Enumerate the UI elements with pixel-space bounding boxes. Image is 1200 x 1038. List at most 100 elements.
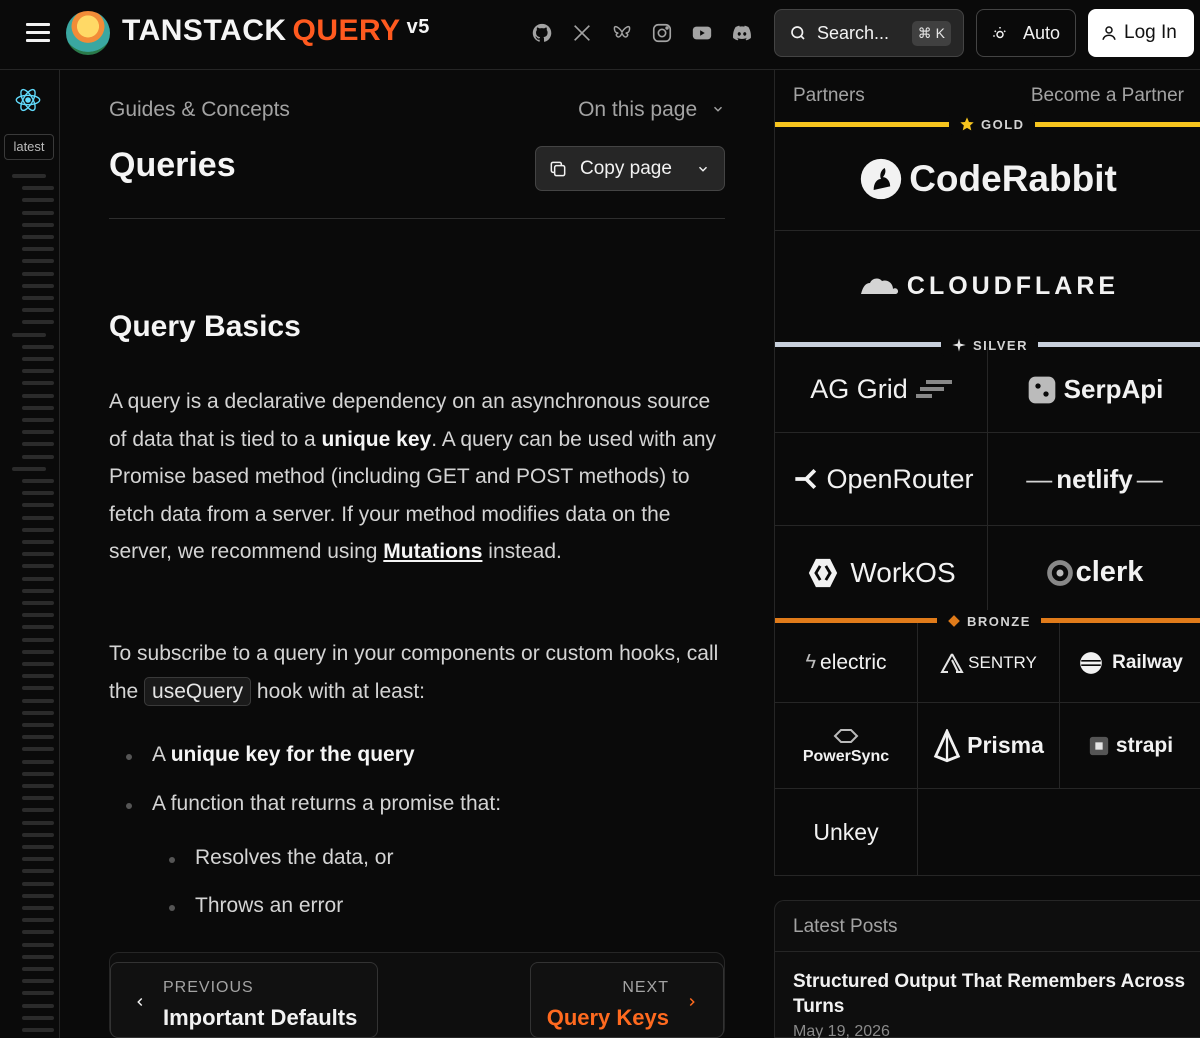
partner-ag-grid[interactable]: AG Grid <box>775 347 988 433</box>
rail-minimap-line[interactable] <box>22 735 54 740</box>
chevron-down-icon[interactable] <box>696 162 710 176</box>
partner-railway[interactable]: Railway <box>1060 623 1200 703</box>
rail-minimap-line[interactable] <box>22 357 54 361</box>
react-icon[interactable] <box>14 86 42 114</box>
github-icon[interactable] <box>531 22 555 46</box>
rail-minimap-line[interactable] <box>22 771 54 776</box>
partner-clerk[interactable]: clerk <box>988 526 1200 619</box>
rail-minimap-line[interactable] <box>22 186 54 191</box>
tanstack-logo[interactable] <box>66 11 110 55</box>
rail-minimap-line[interactable] <box>22 588 54 593</box>
rail-minimap-line[interactable] <box>22 369 54 374</box>
rail-minimap-line[interactable] <box>22 1003 54 1008</box>
rail-minimap-line[interactable] <box>22 576 54 581</box>
rail-minimap-line[interactable] <box>22 796 54 801</box>
rail-minimap-line[interactable] <box>22 271 54 276</box>
rail-minimap-line[interactable] <box>22 381 54 386</box>
copy-page-button[interactable]: Copy page <box>535 146 725 191</box>
rail-minimap-line[interactable] <box>22 930 54 935</box>
partner-workos[interactable]: WorkOS <box>775 526 988 619</box>
rail-minimap-line[interactable] <box>22 405 54 410</box>
partner-powersync[interactable]: PowerSync <box>775 703 918 789</box>
partner-prisma[interactable]: Prisma <box>918 703 1060 789</box>
rail-minimap-line[interactable] <box>22 527 54 532</box>
rail-minimap-line[interactable] <box>22 637 54 642</box>
instagram-icon[interactable] <box>651 22 675 46</box>
rail-minimap-line[interactable] <box>22 759 54 764</box>
rail-minimap-line[interactable] <box>22 845 54 849</box>
mutations-link[interactable]: Mutations <box>383 540 482 563</box>
partner-electric[interactable]: ϟ electric <box>775 623 918 703</box>
rail-minimap-line[interactable] <box>22 942 54 947</box>
rail-minimap-line[interactable] <box>22 967 54 971</box>
theme-toggle-button[interactable]: Auto <box>976 9 1076 57</box>
rail-minimap-line[interactable] <box>22 308 54 313</box>
rail-minimap-line[interactable] <box>22 454 54 459</box>
rail-minimap-line[interactable] <box>22 857 54 862</box>
rail-minimap-line[interactable] <box>22 674 54 679</box>
rail-minimap-line[interactable] <box>22 918 54 923</box>
rail-minimap-line[interactable] <box>22 747 54 752</box>
rail-minimap-line[interactable] <box>22 479 54 483</box>
rail-minimap-line[interactable] <box>22 784 54 788</box>
rail-minimap-line[interactable] <box>22 906 54 910</box>
partner-sentry[interactable]: SENTRY <box>918 623 1060 703</box>
section-heading[interactable]: Query Basics <box>109 310 301 344</box>
rail-minimap-line[interactable] <box>22 210 54 215</box>
partner-strapi[interactable]: strapi <box>1060 703 1200 789</box>
rail-minimap-line[interactable] <box>22 344 54 349</box>
version-label[interactable]: v5 <box>407 16 430 38</box>
rail-minimap-line[interactable] <box>22 259 54 264</box>
rail-minimap-line[interactable] <box>22 198 54 203</box>
rail-minimap-line[interactable] <box>22 296 54 300</box>
rail-minimap-line[interactable] <box>22 954 54 959</box>
rail-minimap-line[interactable] <box>22 1015 54 1020</box>
rail-minimap-line[interactable] <box>22 418 54 422</box>
partner-cloudflare[interactable]: CLOUDFLARE <box>775 231 1200 341</box>
rail-minimap-line[interactable] <box>22 698 54 703</box>
partner-unkey[interactable]: Unkey <box>775 789 918 876</box>
rail-minimap-line[interactable] <box>22 820 54 825</box>
rail-minimap-line[interactable] <box>22 808 54 813</box>
rail-minimap-line[interactable] <box>22 723 54 727</box>
rail-minimap-line[interactable] <box>22 686 54 691</box>
x-icon[interactable] <box>571 22 595 46</box>
on-this-page-toggle[interactable]: On this page <box>578 98 725 122</box>
rail-minimap-line[interactable] <box>22 662 54 666</box>
rail-minimap-line[interactable] <box>22 393 54 398</box>
partner-serpapi[interactable]: SerpApi <box>988 347 1200 433</box>
version-badge[interactable]: latest <box>4 134 54 160</box>
rail-minimap-line[interactable] <box>12 174 46 178</box>
rail-minimap-line[interactable] <box>22 515 54 520</box>
rail-minimap-line[interactable] <box>22 430 54 435</box>
rail-minimap-line[interactable] <box>22 247 54 252</box>
rail-minimap-line[interactable] <box>22 869 54 874</box>
search-button[interactable]: Search... ⌘ K <box>774 9 964 57</box>
menu-icon[interactable] <box>26 20 50 44</box>
rail-minimap-line[interactable] <box>22 320 54 325</box>
rail-minimap-line[interactable] <box>22 491 54 496</box>
rail-minimap-line[interactable] <box>22 503 54 508</box>
rail-minimap-line[interactable] <box>22 613 54 618</box>
rail-minimap-line[interactable] <box>22 564 54 569</box>
login-button[interactable]: Log In <box>1088 9 1194 57</box>
partner-coderabbit[interactable]: CodeRabbit <box>775 127 1200 231</box>
brand-title[interactable]: TANSTACK QUERY v5 <box>122 14 430 48</box>
partner-netlify[interactable]: — netlify — <box>988 433 1200 526</box>
previous-page-button[interactable]: PREVIOUS Important Defaults <box>110 962 378 1038</box>
rail-minimap-line[interactable] <box>22 649 54 654</box>
rail-minimap-line[interactable] <box>22 442 54 447</box>
youtube-icon[interactable] <box>691 22 715 46</box>
rail-minimap-line[interactable] <box>22 283 54 288</box>
rail-minimap-line[interactable] <box>22 881 54 886</box>
rail-minimap-line[interactable] <box>22 979 54 984</box>
rail-minimap-line[interactable] <box>22 235 54 239</box>
become-partner-link[interactable]: Become a Partner <box>1031 85 1184 107</box>
rail-minimap-line[interactable] <box>22 625 54 630</box>
rail-minimap-line[interactable] <box>22 832 54 837</box>
bluesky-icon[interactable] <box>611 22 635 46</box>
rail-minimap-line[interactable] <box>22 1028 54 1032</box>
rail-minimap-line[interactable] <box>22 540 54 544</box>
rail-minimap-line[interactable] <box>22 893 54 898</box>
rail-minimap-line[interactable] <box>22 601 54 605</box>
